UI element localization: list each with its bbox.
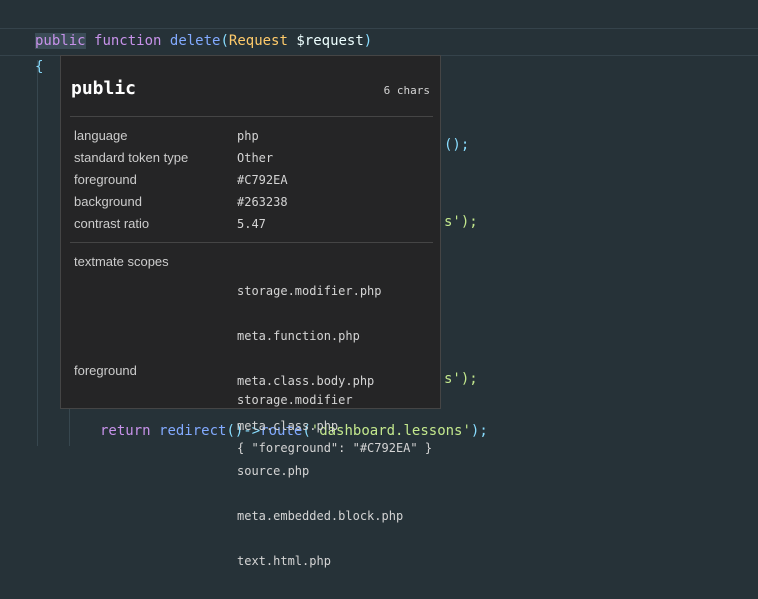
- token-end[interactable]: );: [471, 423, 488, 439]
- indent-guide: [37, 60, 38, 446]
- code-line-function-signature[interactable]: public function delete(Request $request): [35, 31, 372, 51]
- scope-item: meta.function.php: [237, 329, 360, 343]
- scope-item: storage.modifier.php: [237, 284, 382, 298]
- value-token-type: Other: [237, 151, 274, 165]
- scope-item: text.html.php: [237, 554, 331, 568]
- token-return[interactable]: return: [100, 423, 151, 439]
- token-request[interactable]: Request: [229, 33, 288, 49]
- label-contrast: contrast ratio: [74, 216, 150, 231]
- code-fragment[interactable]: s');: [444, 369, 478, 389]
- value-background: #263238: [237, 195, 288, 209]
- token-public[interactable]: public: [35, 33, 86, 49]
- foreground-rule: storage.modifier { "foreground": "#C792E…: [237, 363, 432, 486]
- value-foreground: #C792EA: [237, 173, 288, 187]
- token-inspector-hover: public 6 chars language php standard tok…: [60, 55, 441, 568]
- label-foreground: foreground: [74, 172, 137, 187]
- token-redirect[interactable]: redirect: [159, 423, 226, 439]
- label-language: language: [74, 128, 128, 143]
- code-fragment-string[interactable]: s');: [444, 371, 478, 387]
- code-fragment-string[interactable]: s');: [444, 214, 478, 230]
- token-paren[interactable]: (: [220, 33, 228, 49]
- divider: [70, 116, 433, 117]
- code-line-brace[interactable]: {: [35, 57, 43, 77]
- label-textmate-scopes: textmate scopes: [74, 254, 169, 269]
- hover-title: public: [71, 78, 137, 99]
- value-language: php: [237, 129, 259, 143]
- token-delete[interactable]: delete: [170, 33, 221, 49]
- label-background: background: [74, 194, 142, 209]
- token-request-var[interactable]: $request: [296, 33, 363, 49]
- indent-guide: [69, 405, 70, 446]
- foreground-rule-json: { "foreground": "#C792EA" }: [237, 441, 433, 455]
- token-paren-close[interactable]: ): [364, 33, 372, 49]
- code-fragment[interactable]: ();: [444, 135, 469, 155]
- scope-item: meta.embedded.block.php: [237, 509, 404, 523]
- token-function[interactable]: function: [94, 33, 161, 49]
- divider: [70, 242, 433, 243]
- label-token-type: standard token type: [74, 150, 189, 165]
- value-contrast: 5.47: [237, 217, 266, 231]
- label-foreground-rule: foreground: [74, 363, 137, 378]
- code-fragment[interactable]: s');: [444, 212, 478, 232]
- char-count: 6 chars: [383, 84, 430, 97]
- foreground-scope: storage.modifier: [237, 393, 353, 407]
